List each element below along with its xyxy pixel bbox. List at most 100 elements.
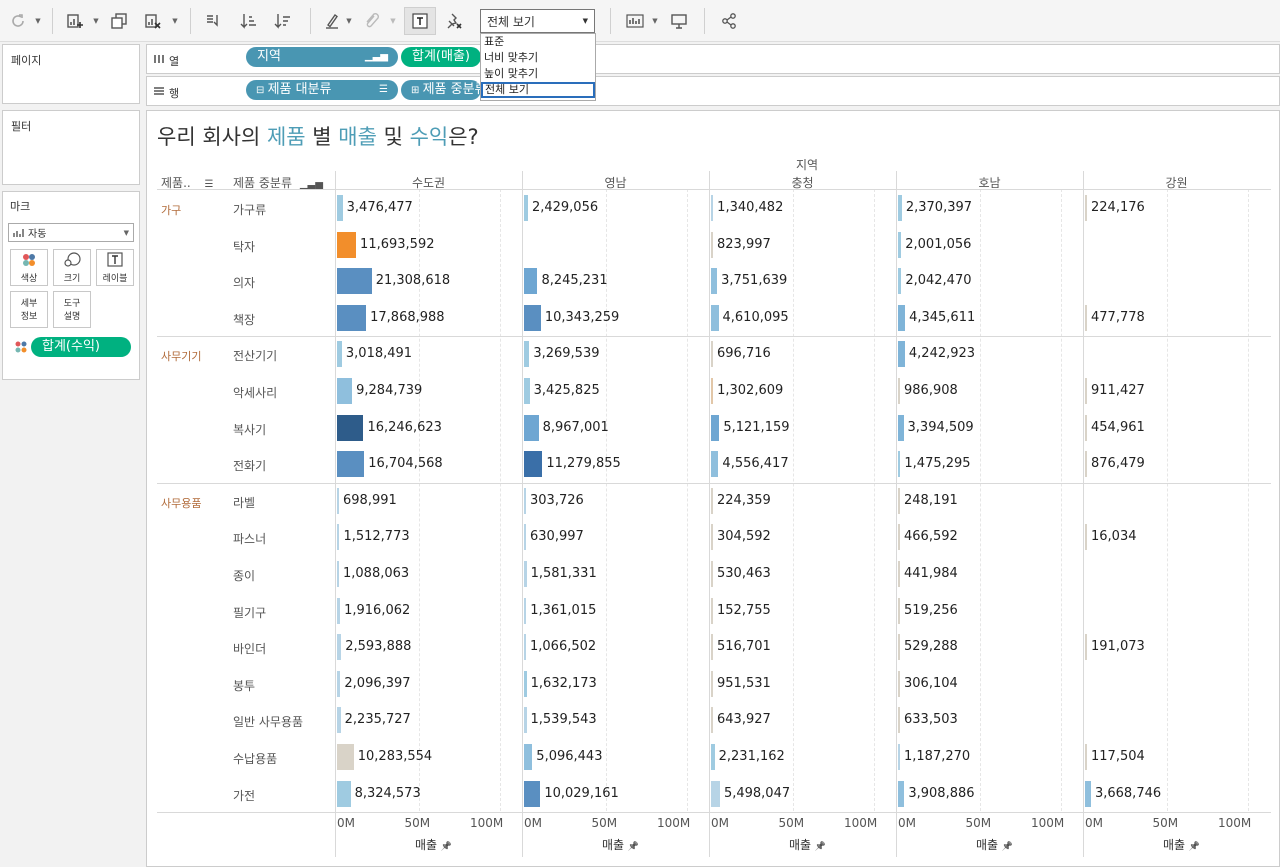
bar[interactable] [524, 597, 527, 624]
subcategory-label[interactable]: 일반 사무용품 [233, 713, 303, 730]
bar[interactable] [898, 231, 902, 258]
bar[interactable] [711, 670, 713, 697]
presentation-icon[interactable] [666, 9, 692, 33]
subcategory-label[interactable]: 전화기 [233, 457, 266, 474]
subcategory-label[interactable]: 수납용품 [233, 750, 277, 767]
bar[interactable] [898, 707, 900, 734]
bar[interactable] [1085, 378, 1087, 404]
bar[interactable] [711, 561, 713, 587]
bar[interactable] [524, 414, 539, 441]
bar[interactable] [711, 378, 714, 404]
subcategory-label[interactable]: 종이 [233, 567, 255, 584]
sales-sum-pill[interactable]: 합계(매출) [401, 47, 481, 67]
bar[interactable] [898, 561, 900, 587]
bar[interactable] [898, 670, 900, 697]
pin-icon[interactable]: 📌 [628, 842, 639, 852]
bar[interactable] [711, 195, 714, 221]
bar[interactable] [711, 524, 713, 551]
bar[interactable] [711, 780, 720, 807]
bar[interactable] [711, 414, 720, 441]
highlight-icon[interactable] [320, 9, 344, 33]
subcategory-label[interactable]: 가구류 [233, 201, 266, 218]
bar[interactable] [524, 304, 541, 331]
sort-descending-icon[interactable] [270, 9, 294, 33]
bar[interactable] [898, 634, 900, 661]
swap-icon[interactable] [200, 9, 226, 33]
pin-icon[interactable]: 📌 [1189, 842, 1200, 852]
bar[interactable] [898, 487, 900, 514]
bar[interactable] [337, 597, 341, 624]
subcategory-label[interactable]: 가전 [233, 787, 255, 804]
category-label[interactable]: 사무용품 [161, 495, 201, 511]
subcategory-label[interactable]: 복사기 [233, 421, 266, 438]
fix-axes-icon[interactable] [440, 9, 468, 33]
subcategory-label[interactable]: 봉투 [233, 677, 255, 694]
bar[interactable] [711, 707, 713, 734]
bar[interactable] [524, 451, 543, 478]
subcategory-pill[interactable]: ⊞ 제품 중분류 [401, 80, 481, 100]
bar[interactable] [711, 231, 713, 258]
bar[interactable] [711, 744, 715, 770]
axis-title[interactable]: 매출 📌 [602, 836, 639, 853]
bar[interactable] [524, 780, 541, 807]
bar[interactable] [898, 195, 902, 221]
bar[interactable] [524, 378, 530, 404]
bar[interactable] [524, 487, 526, 514]
bar[interactable] [524, 744, 533, 770]
refresh-icon[interactable] [6, 9, 30, 33]
bar[interactable] [337, 378, 353, 404]
bar[interactable] [711, 634, 713, 661]
bar[interactable] [337, 561, 339, 587]
fit-option-fit-width[interactable]: 너비 맞추기 [481, 50, 595, 66]
tooltip-button[interactable]: 도구 설명 [53, 291, 91, 328]
fit-dropdown[interactable]: 전체 보기 ▼ [480, 9, 595, 33]
duplicate-sheet-icon[interactable] [106, 9, 132, 33]
chevron-down-icon[interactable]: ▼ [170, 9, 180, 33]
bar[interactable] [524, 524, 526, 551]
bar[interactable] [898, 304, 906, 331]
bar[interactable] [337, 414, 364, 441]
subcategory-label[interactable]: 바인더 [233, 640, 266, 657]
detail-button[interactable]: 세부 정보 [10, 291, 48, 328]
bar[interactable] [524, 268, 538, 295]
bar[interactable] [337, 231, 357, 258]
bar[interactable] [1085, 634, 1087, 661]
bar[interactable] [337, 341, 342, 368]
bar[interactable] [337, 707, 341, 734]
filters-shelf[interactable]: 필터 [2, 110, 140, 185]
fit-option-entire-view[interactable]: 전체 보기 [481, 82, 595, 98]
bar[interactable] [898, 597, 900, 624]
bar[interactable] [337, 670, 341, 697]
bar[interactable] [898, 414, 904, 441]
subcategory-label[interactable]: 악세사리 [233, 384, 277, 401]
bar[interactable] [898, 744, 900, 770]
bar[interactable] [1085, 524, 1087, 551]
bar[interactable] [898, 378, 900, 404]
bar[interactable] [1085, 195, 1087, 221]
new-sheet-icon[interactable] [62, 9, 88, 33]
category-pill[interactable]: ⊟ 제품 대분류 ☰ [246, 80, 398, 100]
chevron-down-icon[interactable]: ▼ [33, 9, 43, 33]
bar[interactable] [711, 487, 713, 514]
bar[interactable] [524, 561, 527, 587]
bar[interactable] [337, 744, 354, 770]
bar[interactable] [1085, 304, 1087, 331]
bar[interactable] [337, 268, 372, 295]
bar[interactable] [337, 780, 351, 807]
group-icon[interactable] [360, 9, 384, 33]
chevron-down-icon[interactable]: ▼ [388, 9, 398, 33]
bar[interactable] [711, 597, 713, 624]
bar[interactable] [898, 268, 902, 295]
fit-option-standard[interactable]: 표준 [481, 34, 595, 50]
bar[interactable] [711, 268, 718, 295]
share-icon[interactable] [716, 9, 742, 33]
pages-shelf[interactable]: 페이지 [2, 44, 140, 104]
mark-type-dropdown[interactable]: 자동 ▼ [8, 223, 134, 242]
pin-icon[interactable]: 📌 [1002, 842, 1013, 852]
subcategory-label[interactable]: 책장 [233, 311, 255, 328]
bar[interactable] [524, 670, 527, 697]
bar[interactable] [1085, 451, 1087, 478]
axis-title[interactable]: 매출 📌 [415, 836, 452, 853]
bar[interactable] [1085, 780, 1091, 807]
color-button[interactable]: 색상 [10, 249, 48, 286]
